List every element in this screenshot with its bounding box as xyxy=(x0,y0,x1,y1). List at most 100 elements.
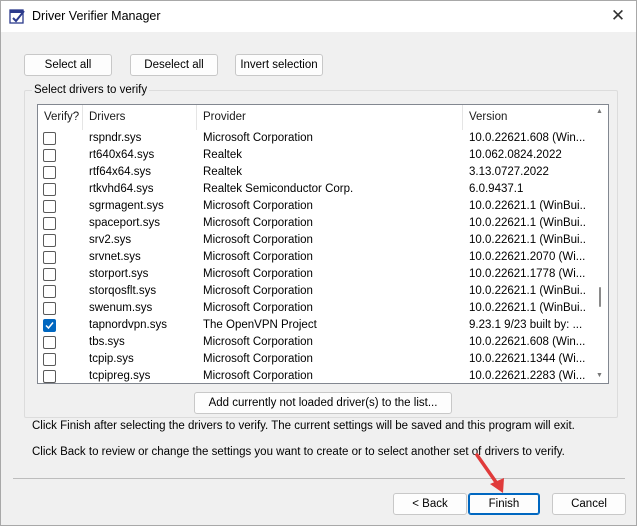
driver-name-cell: tcpipreg.sys xyxy=(89,370,151,382)
header-verify[interactable]: Verify? xyxy=(38,105,83,130)
verify-checkbox[interactable] xyxy=(43,149,56,162)
version-cell: 10.0.22621.1 (WinBui... xyxy=(469,234,585,246)
provider-cell: Realtek Semiconductor Corp. xyxy=(203,183,354,195)
table-row[interactable]: tcpip.sys Microsoft Corporation 10.0.22621… xyxy=(38,351,591,368)
verify-checkbox[interactable] xyxy=(43,166,56,179)
header-version[interactable]: Version xyxy=(463,105,591,130)
version-cell: 10.0.22621.2070 (Wi... xyxy=(469,251,585,263)
header-drivers[interactable]: Drivers xyxy=(83,105,197,130)
provider-cell: Microsoft Corporation xyxy=(203,132,313,144)
provider-cell: Microsoft Corporation xyxy=(203,268,313,280)
driver-name-cell: srvnet.sys xyxy=(89,251,141,263)
scroll-thumb[interactable] xyxy=(599,287,601,307)
provider-cell: Microsoft Corporation xyxy=(203,336,313,348)
verify-checkbox[interactable] xyxy=(43,251,56,264)
verify-checkbox[interactable] xyxy=(43,217,56,230)
red-pointer-arrow-icon xyxy=(471,451,511,498)
driver-name-cell: tapnordvpn.sys xyxy=(89,319,167,331)
table-row[interactable]: rtkvhd64.sys Realtek Semiconductor Corp. 6… xyxy=(38,181,591,198)
title-bar: Driver Verifier Manager ✕ xyxy=(1,1,636,32)
version-cell: 10.0.22621.1778 (Wi... xyxy=(469,268,585,280)
verify-checkbox[interactable] xyxy=(43,353,56,366)
scroll-up-icon[interactable]: ▲ xyxy=(596,107,603,117)
provider-cell: Microsoft Corporation xyxy=(203,285,313,297)
driver-verifier-app-icon xyxy=(9,8,26,25)
close-icon[interactable]: ✕ xyxy=(605,5,631,27)
finish-instructions: Click Finish after selecting the drivers… xyxy=(32,420,575,432)
verify-checkbox[interactable] xyxy=(43,370,56,383)
table-row[interactable]: storqosflt.sys Microsoft Corporation 10.0.… xyxy=(38,283,591,300)
driver-name-cell: rspndr.sys xyxy=(89,132,142,144)
version-cell: 10.0.22621.608 (Win... xyxy=(469,132,585,144)
verify-checkbox[interactable] xyxy=(43,132,56,145)
table-row[interactable]: tapnordvpn.sys The OpenVPN Project 9.23.1 … xyxy=(38,317,591,334)
driver-name-cell: swenum.sys xyxy=(89,302,153,314)
provider-cell: Microsoft Corporation xyxy=(203,251,313,263)
back-button[interactable]: < Back xyxy=(393,493,467,515)
table-row[interactable]: sgrmagent.sys Microsoft Corporation 10.0.2… xyxy=(38,198,591,215)
drivers-group-label: Select drivers to verify xyxy=(32,84,150,96)
cancel-button[interactable]: Cancel xyxy=(552,493,626,515)
table-row[interactable]: rt640x64.sys Realtek 10.062.0824.2022 xyxy=(38,147,591,164)
provider-cell: Microsoft Corporation xyxy=(203,217,313,229)
drivers-list[interactable]: Verify? Drivers Provider Version rspndr.… xyxy=(37,104,609,384)
driver-name-cell: storport.sys xyxy=(89,268,149,280)
driver-name-cell: rtkvhd64.sys xyxy=(89,183,154,195)
version-cell: 10.0.22621.2283 (Wi... xyxy=(469,370,585,382)
provider-cell: Microsoft Corporation xyxy=(203,200,313,212)
version-cell: 10.062.0824.2022 xyxy=(469,149,562,161)
driver-name-cell: rt640x64.sys xyxy=(89,149,155,161)
provider-cell: Microsoft Corporation xyxy=(203,370,313,382)
provider-cell: Realtek xyxy=(203,149,242,161)
driver-name-cell: sgrmagent.sys xyxy=(89,200,164,212)
driver-name-cell: tcpip.sys xyxy=(89,353,134,365)
driver-name-cell: rtf64x64.sys xyxy=(89,166,151,178)
driver-name-cell: storqosflt.sys xyxy=(89,285,157,297)
table-row[interactable]: spaceport.sys Microsoft Corporation 10.0.2… xyxy=(38,215,591,232)
provider-cell: Realtek xyxy=(203,166,242,178)
invert-selection-button[interactable]: Invert selection xyxy=(235,54,323,76)
version-cell: 10.0.22621.1344 (Wi... xyxy=(469,353,585,365)
scroll-down-icon[interactable]: ▼ xyxy=(596,371,603,381)
driver-name-cell: spaceport.sys xyxy=(89,217,160,229)
table-row[interactable]: rtf64x64.sys Realtek 3.13.0727.2022 xyxy=(38,164,591,181)
version-cell: 10.0.22621.1 (WinBui... xyxy=(469,285,585,297)
verify-checkbox[interactable] xyxy=(43,285,56,298)
verify-checkbox[interactable] xyxy=(43,302,56,315)
provider-cell: The OpenVPN Project xyxy=(203,319,317,331)
deselect-all-button[interactable]: Deselect all xyxy=(130,54,218,76)
version-cell: 10.0.22621.1 (WinBui... xyxy=(469,217,585,229)
window-title: Driver Verifier Manager xyxy=(32,9,161,23)
version-cell: 10.0.22621.1 (WinBui... xyxy=(469,302,585,314)
version-cell: 3.13.0727.2022 xyxy=(469,166,549,178)
footer-separator xyxy=(13,478,625,479)
header-provider[interactable]: Provider xyxy=(197,105,463,130)
table-row[interactable]: srv2.sys Microsoft Corporation 10.0.22621.… xyxy=(38,232,591,249)
driver-verifier-window: Driver Verifier Manager ✕ Select all Des… xyxy=(0,0,637,526)
version-cell: 10.0.22621.1 (WinBui... xyxy=(469,200,585,212)
version-cell: 6.0.9437.1 xyxy=(469,183,524,195)
verify-checkbox[interactable] xyxy=(43,268,56,281)
verify-checkbox[interactable] xyxy=(43,336,56,349)
verify-checkbox[interactable] xyxy=(43,319,56,332)
provider-cell: Microsoft Corporation xyxy=(203,234,313,246)
version-cell: 10.0.22621.608 (Win... xyxy=(469,336,585,348)
table-row[interactable]: tbs.sys Microsoft Corporation 10.0.22621.6… xyxy=(38,334,591,351)
vertical-scrollbar[interactable]: ▲ ▼ xyxy=(592,105,608,383)
table-row[interactable]: rspndr.sys Microsoft Corporation 10.0.2262… xyxy=(38,130,591,147)
select-all-button[interactable]: Select all xyxy=(24,54,112,76)
driver-name-cell: srv2.sys xyxy=(89,234,132,246)
table-row[interactable]: tcpipreg.sys Microsoft Corporation 10.0.22… xyxy=(38,368,591,383)
list-header: Verify? Drivers Provider Version xyxy=(38,105,591,130)
verify-checkbox[interactable] xyxy=(43,183,56,196)
provider-cell: Microsoft Corporation xyxy=(203,302,313,314)
table-row[interactable]: swenum.sys Microsoft Corporation 10.0.2262… xyxy=(38,300,591,317)
add-not-loaded-drivers-button[interactable]: Add currently not loaded driver(s) to th… xyxy=(194,392,452,414)
provider-cell: Microsoft Corporation xyxy=(203,353,313,365)
verify-checkbox[interactable] xyxy=(43,200,56,213)
table-row[interactable]: srvnet.sys Microsoft Corporation 10.0.2262… xyxy=(38,249,591,266)
table-row[interactable]: storport.sys Microsoft Corporation 10.0.22… xyxy=(38,266,591,283)
driver-name-cell: tbs.sys xyxy=(89,336,125,348)
verify-checkbox[interactable] xyxy=(43,234,56,247)
version-cell: 9.23.1 9/23 built by: ... xyxy=(469,319,583,331)
